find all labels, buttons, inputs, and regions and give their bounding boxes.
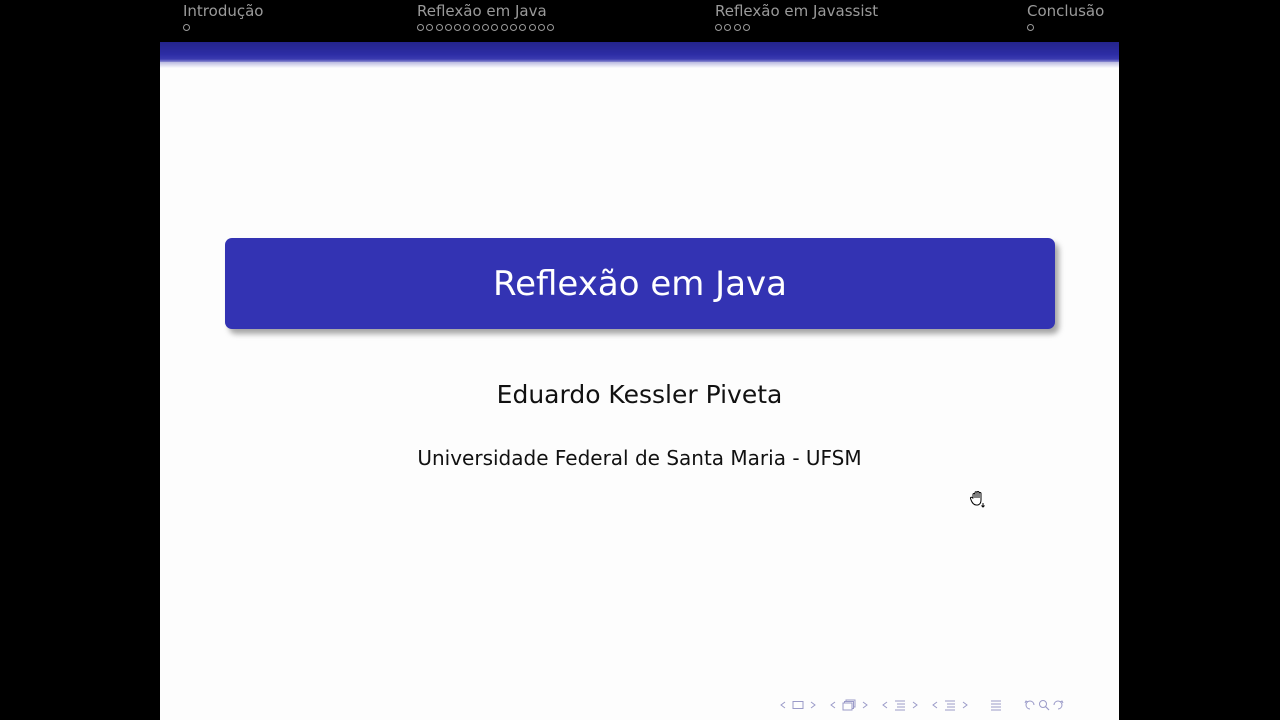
arrow-left-icon[interactable] [932,701,938,709]
nav-frame-dot[interactable] [1027,23,1034,31]
nav-frame-dot[interactable] [547,23,555,31]
nav-section-conclusao[interactable]: Conclusão [1027,2,1104,33]
pdf-viewer: Introdução Reflexão em Java Reflexão em … [0,0,1280,720]
nav-section-title[interactable]: Introdução [183,2,263,20]
hand-grab-icon [968,489,988,509]
nav-frame-dot[interactable] [733,23,741,31]
arrow-right-icon[interactable] [862,701,868,709]
subsection-list-icon[interactable] [944,699,956,711]
nav-dots [183,21,263,33]
navigation-headline: Introdução Reflexão em Java Reflexão em … [160,0,1119,42]
nav-frame-dot[interactable] [528,23,536,31]
nav-frame-dot[interactable] [426,23,434,31]
arrow-right-icon[interactable] [912,701,918,709]
arrow-right-icon[interactable] [962,701,968,709]
nav-section-introducao[interactable]: Introdução [183,2,263,33]
nav-frame-dot[interactable] [482,23,490,31]
arrow-left-icon[interactable] [780,701,786,709]
nav-frame-dot[interactable] [183,23,190,31]
nav-frame-dot[interactable] [509,23,517,31]
section-icon[interactable] [894,699,906,711]
nav-dots [417,21,556,33]
nav-frame-dot[interactable] [500,23,508,31]
institute-name: Universidade Federal de Santa Maria - UF… [417,446,862,470]
nav-section-title[interactable]: Conclusão [1027,2,1104,20]
header-bar-shadow [160,62,1119,68]
beamer-navigation-controls [780,697,1070,713]
arrow-right-icon[interactable] [810,701,816,709]
nav-frame-dot[interactable] [724,23,732,31]
search-forward-icon[interactable] [1052,699,1064,711]
nav-section-title[interactable]: Reflexão em Javassist [715,2,878,20]
nav-frame-dot[interactable] [417,23,424,31]
subsection-icon[interactable] [842,699,856,711]
arrow-left-icon[interactable] [830,701,836,709]
header-bar [160,42,1119,62]
nav-frame-dot[interactable] [537,23,545,31]
search-icon[interactable] [1038,699,1050,711]
nav-frame-dot[interactable] [472,23,480,31]
nav-frame-dot[interactable] [454,23,462,31]
nav-dots [715,21,878,33]
nav-frame-dot[interactable] [742,23,750,31]
nav-frame-dot[interactable] [463,23,471,31]
nav-section-reflexao-java[interactable]: Reflexão em Java [417,2,556,33]
nav-section-reflexao-javassist[interactable]: Reflexão em Javassist [715,2,878,33]
slide-title: Reflexão em Java [493,263,787,304]
nav-frame-dot[interactable] [435,23,443,31]
slide: Introdução Reflexão em Java Reflexão em … [160,0,1119,720]
nav-frame-dot[interactable] [519,23,527,31]
nav-frame-dot[interactable] [491,23,499,31]
nav-section-title[interactable]: Reflexão em Java [417,2,556,20]
frame-icon[interactable] [792,700,804,710]
arrow-left-icon[interactable] [882,701,888,709]
nav-frame-dot[interactable] [444,23,452,31]
nav-dots [1027,21,1104,33]
nav-frame-dot[interactable] [715,23,722,31]
title-block: Reflexão em Java [225,238,1055,329]
align-icon[interactable] [990,699,1002,711]
author-name: Eduardo Kessler Piveta [496,380,783,409]
search-back-icon[interactable] [1024,699,1036,711]
